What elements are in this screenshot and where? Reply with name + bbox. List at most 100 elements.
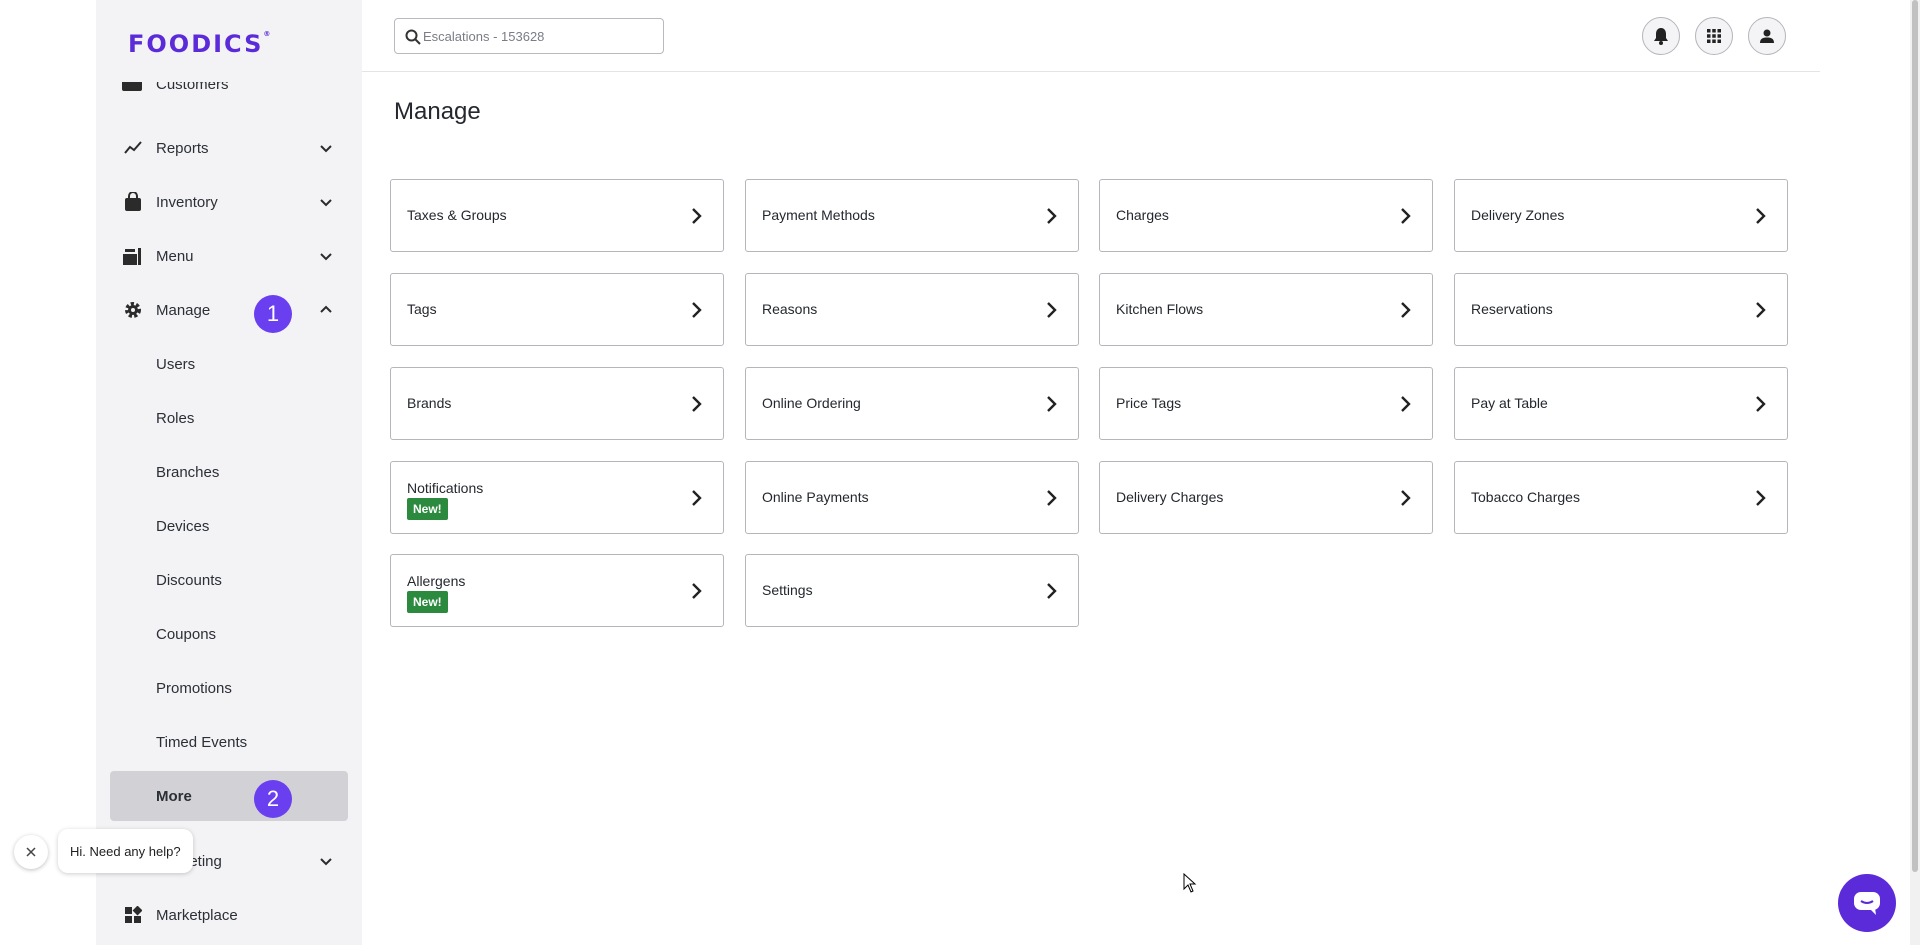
sidebar-item-label: Menu: [156, 247, 194, 265]
chevron-right-icon: [692, 396, 702, 412]
help-bubble-text: Hi. Need any help?: [70, 843, 181, 859]
card-online-payments[interactable]: Online Payments: [745, 461, 1079, 534]
card-taxes-and-groups[interactable]: Taxes & Groups: [390, 179, 724, 252]
card-label: Allergens: [407, 573, 466, 589]
chevron-right-icon: [1756, 490, 1766, 506]
grid-icon: [1707, 29, 1721, 43]
card-label: Delivery Zones: [1471, 207, 1565, 223]
sidebar-subitem-label: Coupons: [156, 625, 217, 643]
chevron-right-icon: [1756, 396, 1766, 412]
gear-icon: [122, 299, 144, 321]
sidebar-subitem-label: Devices: [156, 517, 210, 535]
customers-icon: [122, 82, 142, 91]
card-reservations[interactable]: Reservations: [1454, 273, 1788, 346]
card-label: Payment Methods: [762, 207, 875, 223]
chat-icon: [1854, 892, 1880, 915]
page-title: Manage: [394, 98, 481, 125]
card-reasons[interactable]: Reasons: [745, 273, 1079, 346]
sidebar-item-label: Manage: [156, 301, 211, 319]
card-allergens[interactable]: Allergens New!: [390, 554, 724, 627]
card-delivery-zones[interactable]: Delivery Zones: [1454, 179, 1788, 252]
sidebar-subitem-branches[interactable]: Branches: [110, 447, 348, 497]
notifications-button[interactable]: [1642, 17, 1680, 55]
card-delivery-charges[interactable]: Delivery Charges: [1099, 461, 1433, 534]
page-scrollbar[interactable]: [1910, 0, 1920, 945]
new-badge: New!: [407, 591, 448, 613]
card-payment-methods[interactable]: Payment Methods: [745, 179, 1079, 252]
card-label: Pay at Table: [1471, 395, 1548, 411]
scrollbar-thumb[interactable]: [1912, 0, 1918, 872]
card-label: Online Ordering: [762, 395, 861, 411]
card-label: Taxes & Groups: [407, 207, 507, 223]
close-icon: [26, 847, 36, 857]
chevron-down-icon: [320, 253, 332, 261]
help-close-button[interactable]: [14, 835, 48, 869]
chevron-right-icon: [1047, 208, 1057, 224]
sidebar-subitem-label: Roles: [156, 409, 195, 427]
sidebar-subitem-label: Promotions: [156, 679, 232, 697]
chat-button[interactable]: [1838, 874, 1896, 932]
card-label: Notifications: [407, 480, 484, 496]
chevron-right-icon: [1047, 490, 1057, 506]
sidebar-item-manage[interactable]: Manage: [110, 286, 348, 334]
card-pay-at-table[interactable]: Pay at Table: [1454, 367, 1788, 440]
topbar: [362, 0, 1820, 72]
sidebar-item-label: Marketplace: [156, 906, 238, 924]
chevron-right-icon: [1401, 302, 1411, 318]
card-label: Price Tags: [1116, 395, 1182, 411]
sidebar-subitem-timed-events[interactable]: Timed Events: [110, 717, 348, 767]
card-price-tags[interactable]: Price Tags: [1099, 367, 1433, 440]
new-badge: New!: [407, 498, 448, 520]
sidebar-subitem-coupons[interactable]: Coupons: [110, 609, 348, 659]
card-label: Tobacco Charges: [1471, 489, 1580, 505]
bell-icon: [1654, 28, 1668, 45]
sidebar-item-label: Inventory: [156, 193, 218, 211]
sidebar: FOODICS® Customers Reports Inventory Men…: [96, 0, 362, 945]
chevron-right-icon: [692, 583, 702, 599]
card-settings[interactable]: Settings: [745, 554, 1079, 627]
sidebar-subitem-label: Users: [156, 355, 196, 373]
chevron-right-icon: [692, 490, 702, 506]
chevron-right-icon: [1756, 302, 1766, 318]
card-label: Charges: [1116, 207, 1169, 223]
sidebar-subitem-promotions[interactable]: Promotions: [110, 663, 348, 713]
search-input[interactable]: [423, 28, 653, 44]
chevron-right-icon: [1047, 302, 1057, 318]
card-charges[interactable]: Charges: [1099, 179, 1433, 252]
chevron-down-icon: [320, 145, 332, 153]
sidebar-item-reports[interactable]: Reports: [110, 124, 348, 172]
card-tobacco-charges[interactable]: Tobacco Charges: [1454, 461, 1788, 534]
sidebar-subitem-users[interactable]: Users: [110, 339, 348, 389]
chevron-right-icon: [692, 302, 702, 318]
annotation-badge-1: 1: [254, 295, 292, 333]
apps-grid-button[interactable]: [1695, 17, 1733, 55]
card-tags[interactable]: Tags: [390, 273, 724, 346]
profile-button[interactable]: [1748, 17, 1786, 55]
card-kitchen-flows[interactable]: Kitchen Flows: [1099, 273, 1433, 346]
card-online-ordering[interactable]: Online Ordering: [745, 367, 1079, 440]
card-label: Brands: [407, 395, 452, 411]
apps-icon: [122, 904, 144, 926]
help-bubble[interactable]: Hi. Need any help?: [58, 829, 193, 873]
card-label: Delivery Charges: [1116, 489, 1224, 505]
sidebar-item-inventory[interactable]: Inventory: [110, 178, 348, 226]
sidebar-subitem-roles[interactable]: Roles: [110, 393, 348, 443]
card-notifications[interactable]: Notifications New!: [390, 461, 724, 534]
chevron-right-icon: [1047, 396, 1057, 412]
food-icon: [122, 245, 144, 267]
sidebar-subitem-discounts[interactable]: Discounts: [110, 555, 348, 605]
search-box[interactable]: [394, 18, 664, 54]
mouse-cursor-icon: [1183, 873, 1197, 893]
sidebar-subitem-more[interactable]: More: [110, 771, 348, 821]
sidebar-item-marketplace[interactable]: Marketplace: [110, 891, 348, 939]
screen: FOODICS® Customers Reports Inventory Men…: [0, 0, 1920, 945]
chevron-right-icon: [1047, 583, 1057, 599]
chevron-right-icon: [1401, 208, 1411, 224]
sidebar-item-menu[interactable]: Menu: [110, 232, 348, 280]
sidebar-item-customers[interactable]: Customers: [110, 82, 348, 106]
foodics-logo[interactable]: FOODICS®: [128, 30, 272, 58]
card-brands[interactable]: Brands: [390, 367, 724, 440]
sidebar-subitem-devices[interactable]: Devices: [110, 501, 348, 551]
chevron-right-icon: [1401, 490, 1411, 506]
chevron-right-icon: [692, 208, 702, 224]
